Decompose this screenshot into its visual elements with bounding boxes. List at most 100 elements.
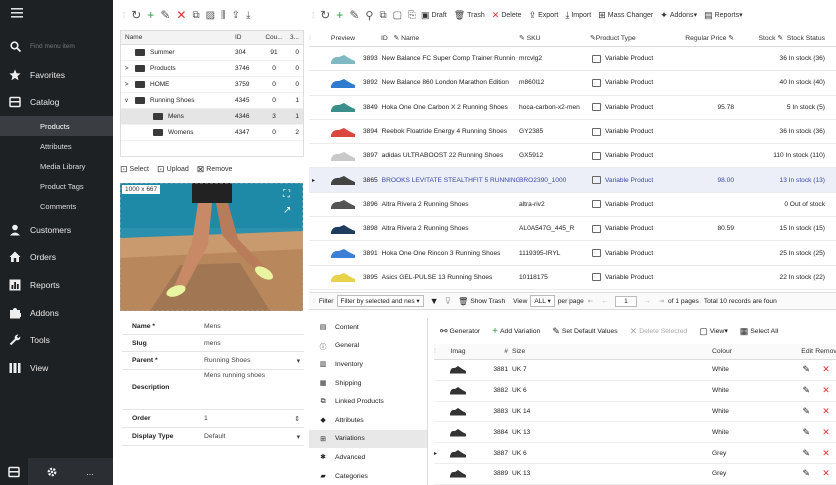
product-row[interactable]: 3893 New Balance FC Super Comp Trainer Ru…	[309, 47, 836, 72]
mass-changer-button[interactable]: ⊞ Mass Changer	[598, 10, 653, 21]
tab-variations[interactable]: ⊞ Variations	[309, 429, 427, 449]
add-variation-button[interactable]: + Add Variation	[492, 326, 540, 337]
select-image-button[interactable]: ⊡ Select	[120, 164, 149, 175]
page-input[interactable]: 1	[614, 295, 637, 307]
open-external-icon[interactable]: ↗	[283, 205, 291, 216]
add-icon[interactable]: +	[147, 8, 154, 22]
nav-view[interactable]: View	[0, 355, 113, 381]
menu-search[interactable]	[0, 35, 113, 57]
edit-icon[interactable]: ✎	[782, 385, 816, 396]
nav-customers[interactable]: Customers	[0, 217, 113, 243]
last-page-icon[interactable]: ⇥	[659, 297, 665, 305]
more-icon[interactable]: ...	[76, 458, 104, 485]
filter-icon[interactable]: ▼	[430, 296, 439, 306]
close-icon[interactable]: ✕	[816, 427, 836, 438]
blank-icon[interactable]: ▢	[393, 10, 402, 21]
reports-button[interactable]: ▤ Reports ▾	[704, 10, 743, 21]
addons-button[interactable]: ✦ Addons ▾	[660, 10, 697, 21]
expand-toggle-icon[interactable]: >	[125, 66, 135, 72]
vcol-remove[interactable]: Remov	[815, 348, 836, 355]
col-preview[interactable]: Preview	[323, 35, 363, 42]
tree-col-count[interactable]: Cou...	[263, 34, 285, 41]
product-row[interactable]: 3895 Asics GEL-PULSE 13 Running Shoes 1011…	[309, 266, 836, 290]
menu-search-input[interactable]	[30, 42, 110, 50]
tree-col-name[interactable]: Name	[121, 34, 235, 41]
import-icon[interactable]: ⤓	[246, 10, 250, 21]
edit-icon[interactable]: ✎	[782, 448, 816, 459]
tree-row[interactable]: Summer 304 91 0	[121, 45, 303, 61]
tree-row[interactable]: > HOME 3759 0 0	[121, 77, 303, 93]
col-price[interactable]: Regular Price ✎	[679, 34, 734, 42]
show-trash-button[interactable]: 🗑 Show Trash	[458, 297, 505, 306]
columns-toggle-icon[interactable]: ⫼	[221, 10, 226, 21]
variation-row[interactable]: ▸ 3887 UK 6 Grey ✎ ✕	[434, 443, 836, 464]
display-type-select[interactable]: Default ▾	[204, 433, 304, 441]
tab-inventory[interactable]: ▥ Inventory	[309, 355, 427, 374]
filter-select[interactable]: Filter by selected and nes ▾	[336, 295, 424, 307]
edit-icon[interactable]: ✎	[782, 468, 816, 479]
refresh-icon[interactable]: ↻	[131, 8, 141, 22]
close-icon[interactable]: ✕	[816, 448, 836, 459]
tab-general[interactable]: ⓘ General	[309, 337, 427, 356]
vcol-number[interactable]: #	[472, 348, 512, 355]
gear-icon[interactable]	[38, 458, 66, 485]
edit-icon[interactable]: ✎	[160, 8, 170, 22]
sidebar-item-media-library[interactable]: Media Library	[0, 156, 113, 176]
nav-favorites[interactable]: Favorites	[0, 62, 113, 88]
vcol-size[interactable]: Size	[512, 348, 712, 355]
select-all-button[interactable]: ▦ Select All	[740, 326, 778, 337]
sidebar-item-products[interactable]: Products	[0, 116, 113, 136]
delete-button[interactable]: ✕ Delete	[492, 10, 522, 21]
close-icon[interactable]: ✕	[816, 364, 836, 375]
variation-row[interactable]: 3881 UK 7 White ✎ ✕	[434, 360, 836, 381]
col-name[interactable]: Name	[401, 35, 419, 42]
nav-addons[interactable]: Addons	[0, 300, 113, 326]
view-select[interactable]: ALL ▾	[530, 295, 555, 307]
description-field[interactable]: Mens running shoes	[204, 370, 304, 379]
close-icon[interactable]: ✕	[816, 385, 836, 396]
prev-page-icon[interactable]: ←	[601, 298, 608, 305]
trash-button[interactable]: 🗑 Trash	[454, 10, 485, 21]
variation-row[interactable]: 3883 UK 14 White ✎ ✕	[434, 402, 836, 423]
upload-image-button[interactable]: ⊡ Upload	[157, 164, 189, 175]
delete-icon[interactable]: ✕	[176, 8, 186, 22]
clear-filter-icon[interactable]: ⊽	[445, 296, 452, 307]
variation-row[interactable]: 3884 UK 13 White ✎ ✕	[434, 422, 836, 444]
nav-orders[interactable]: Orders	[0, 244, 113, 270]
tree-row[interactable]: Womens 4347 0 2	[121, 125, 303, 141]
name-field[interactable]: Mens	[204, 323, 304, 330]
col-sku[interactable]: ✎ SKU	[519, 34, 584, 42]
sidebar-item-product-tags[interactable]: Product Tags	[0, 176, 113, 196]
nav-catalog[interactable]: Catalog	[0, 89, 113, 115]
menu-icon[interactable]	[10, 6, 24, 20]
expand-toggle-icon[interactable]: v	[125, 98, 135, 104]
refresh-icon[interactable]: ↻	[320, 8, 330, 22]
edit-icon[interactable]: ✎	[782, 406, 816, 417]
product-row[interactable]: 3898 Altra Rivera 2 Running Shoes AL0A547G…	[309, 217, 836, 242]
edit-icon[interactable]: ✎	[782, 364, 816, 375]
copy-icon[interactable]: ⧉	[192, 10, 199, 21]
tab-linked-products[interactable]: ⧉ Linked Products	[309, 392, 427, 411]
tab-shipping[interactable]: ▦ Shipping	[309, 374, 427, 393]
delete-selected-button[interactable]: ✕ Delete Selected	[630, 326, 688, 337]
close-icon[interactable]: ✕	[816, 406, 836, 417]
col-id-name[interactable]: ID ✎ Name	[363, 34, 519, 42]
vcol-colour[interactable]: Colour	[712, 348, 782, 355]
tab-content[interactable]: ▤ Content	[309, 318, 427, 337]
product-row[interactable]: ▸ 3865 BROOKS LEVITATE STEALTHFIT 5 RUNNIN…	[309, 168, 836, 193]
remove-image-button[interactable]: ⊠ Remove	[197, 164, 233, 175]
image-icon[interactable]: ▨	[206, 10, 215, 21]
add-icon[interactable]: +	[336, 8, 343, 22]
order-stepper[interactable]: 1 ⇕	[204, 415, 304, 423]
set-default-button[interactable]: ✎ Set Default Values	[552, 326, 617, 337]
vcol-image[interactable]: Imag	[444, 348, 472, 355]
tab-attributes[interactable]: ◆ Attributes	[309, 411, 427, 430]
expand-toggle-icon[interactable]: >	[125, 82, 135, 88]
product-row[interactable]: 3897 adidas ULTRABOOST 22 Running Shoes GX…	[309, 144, 836, 169]
product-row[interactable]: 3891 Hoka One One Rincon 3 Running Shoes 1…	[309, 241, 836, 266]
edit-icon[interactable]: ✎	[349, 8, 359, 22]
col-id[interactable]: ID	[381, 35, 388, 42]
export-button[interactable]: ⇪ Export	[529, 10, 559, 21]
export-icon[interactable]: ⇪	[232, 10, 240, 21]
nav-tools[interactable]: Tools	[0, 327, 113, 353]
